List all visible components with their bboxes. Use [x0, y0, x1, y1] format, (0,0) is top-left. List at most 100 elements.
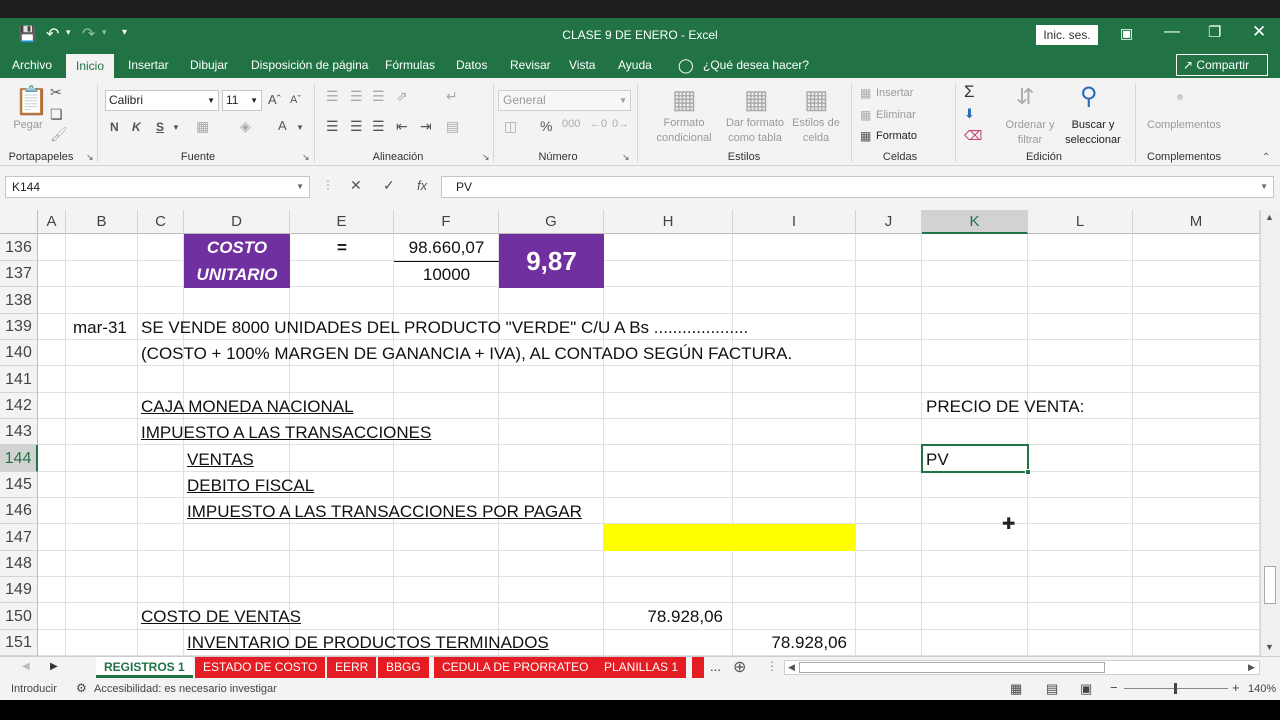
clear-icon[interactable]: ⌫ [964, 128, 982, 144]
format-painter-icon[interactable]: 🖌 [50, 126, 68, 143]
account-ventas[interactable]: VENTAS [187, 450, 254, 470]
delete-cells-button[interactable]: Eliminar [876, 108, 916, 123]
accessibility-icon[interactable]: ⚙ [76, 681, 87, 695]
zoom-in-icon[interactable]: + [1232, 680, 1240, 695]
italic-button[interactable]: K [132, 120, 141, 134]
tab-dibujar[interactable]: Dibujar [190, 52, 228, 78]
tab-datos[interactable]: Datos [456, 52, 487, 78]
equals-cell[interactable]: = [290, 238, 394, 258]
row-header-146[interactable]: 146 [0, 498, 38, 524]
account-debito[interactable]: DEBITO FISCAL [187, 476, 314, 496]
fill-color-icon[interactable]: ◈ [240, 118, 251, 135]
merge-center-icon[interactable]: ▤ [446, 118, 459, 135]
font-name-dropdown[interactable]: Calibri ▼ [105, 90, 219, 111]
accounting-format-icon[interactable]: ◫ [504, 118, 517, 135]
decrease-indent-icon[interactable]: ⇤ [396, 118, 408, 135]
insert-function-button[interactable]: fx [417, 178, 427, 193]
sheet-tab-bbgg[interactable]: BBGG [378, 657, 429, 678]
description-line-140[interactable]: (COSTO + 100% MARGEN DE GANANCIA + IVA),… [141, 344, 792, 364]
cell-styles-button[interactable]: Estilos de celda [788, 116, 844, 146]
column-header-m[interactable]: M [1133, 210, 1260, 234]
close-icon[interactable]: ✕ [1252, 22, 1266, 42]
row-header-143[interactable]: 143 [0, 419, 38, 445]
align-left-icon[interactable]: ☰ [326, 118, 339, 135]
highlighted-cell[interactable] [604, 524, 856, 551]
tab-inicio[interactable]: Inicio [66, 54, 115, 78]
search-icon[interactable]: ⚲ [1080, 82, 1098, 111]
precio-venta-label[interactable]: PRECIO DE VENTA: [926, 397, 1084, 417]
tab-formulas[interactable]: Fórmulas [385, 52, 435, 78]
column-header-k[interactable]: K [922, 210, 1028, 234]
page-break-view-icon[interactable]: ▣ [1080, 681, 1092, 697]
conditional-format-button[interactable]: Formato condicional [644, 116, 724, 146]
redo-icon[interactable]: ↷ [82, 24, 95, 44]
name-box[interactable]: K144 ▼ [5, 176, 310, 198]
alignment-launcher-icon[interactable]: ↘ [482, 152, 490, 163]
normal-view-icon[interactable]: ▦ [1010, 681, 1022, 697]
copy-icon[interactable]: ❏ [50, 106, 63, 123]
align-right-icon[interactable]: ☰ [372, 118, 385, 135]
page-layout-view-icon[interactable]: ▤ [1046, 681, 1058, 697]
font-color-icon[interactable]: A [278, 118, 287, 133]
account-costo-ventas[interactable]: COSTO DE VENTAS [141, 607, 301, 627]
orientation-icon[interactable]: ⇗ [396, 88, 408, 105]
select-all-corner[interactable] [0, 210, 38, 234]
sheet-tab-cedula-de-prorrateo[interactable]: CEDULA DE PRORRATEO [434, 657, 597, 678]
scroll-down-icon[interactable]: ▼ [1265, 642, 1274, 652]
increase-decimal-icon[interactable]: ←0 [590, 118, 607, 130]
align-bottom-icon[interactable]: ☰ [372, 88, 385, 105]
column-header-c[interactable]: C [138, 210, 184, 234]
row-header-137[interactable]: 137 [0, 261, 38, 287]
horizontal-scrollbar[interactable]: ◀ ▶ [784, 660, 1260, 675]
add-sheet-icon[interactable]: ⊕ [733, 657, 746, 677]
row-header-145[interactable]: 145 [0, 472, 38, 498]
numerator-cell[interactable]: 98.660,07 [394, 238, 499, 258]
tab-disposicion[interactable]: Disposición de página [251, 52, 368, 78]
row-header-147[interactable]: 147 [0, 524, 38, 551]
align-middle-icon[interactable]: ☰ [350, 88, 363, 105]
format-cells-icon[interactable]: ▦ [860, 129, 871, 143]
column-header-f[interactable]: F [394, 210, 499, 234]
autosum-icon[interactable]: Σ [964, 82, 975, 102]
sheet-tab-eerr[interactable]: EERR [327, 657, 377, 678]
customize-toolbar-icon[interactable]: ▾ [122, 27, 127, 38]
scroll-left-icon[interactable]: ◀ [788, 662, 795, 673]
cancel-entry-icon[interactable]: ✕ [350, 177, 362, 194]
cell-styles-icon[interactable]: ▦ [804, 84, 829, 115]
horizontal-scroll-thumb[interactable] [799, 662, 1105, 673]
comma-style-icon[interactable]: 000 [562, 118, 580, 130]
delete-cells-icon[interactable]: ▦ [860, 108, 871, 122]
insert-cells-button[interactable]: Insertar [876, 86, 913, 101]
vertical-scrollbar[interactable]: ▲ ▼ [1260, 210, 1280, 656]
row-header-151[interactable]: 151 [0, 630, 38, 656]
row-header-142[interactable]: 142 [0, 393, 38, 419]
column-header-g[interactable]: G [499, 210, 604, 234]
zoom-out-icon[interactable]: − [1110, 680, 1118, 695]
insert-cells-icon[interactable]: ▦ [860, 86, 871, 100]
account-it-por-pagar[interactable]: IMPUESTO A LAS TRANSACCIONES POR PAGAR [187, 502, 582, 522]
scroll-up-icon[interactable]: ▲ [1265, 212, 1274, 222]
format-cells-button[interactable]: Formato [876, 129, 917, 144]
column-header-j[interactable]: J [856, 210, 922, 234]
sheet-tab-registros-1[interactable]: REGISTROS 1 [96, 657, 193, 678]
chevron-down-icon[interactable]: ▼ [296, 123, 304, 132]
column-header-l[interactable]: L [1028, 210, 1133, 234]
number-format-dropdown[interactable]: General ▼ [498, 90, 631, 111]
number-launcher-icon[interactable]: ↘ [622, 152, 630, 163]
vertical-scroll-thumb[interactable] [1264, 566, 1276, 604]
format-as-table-button[interactable]: Dar formato como tabla [720, 116, 790, 146]
ribbon-display-icon[interactable]: ▣ [1120, 25, 1133, 42]
sort-filter-button[interactable]: Ordenar y filtrar [1004, 118, 1056, 148]
column-header-d[interactable]: D [184, 210, 290, 234]
zoom-level[interactable]: 140% [1248, 683, 1276, 695]
more-sheets-button[interactable]: ... [710, 659, 721, 674]
sheet-tab-estado-de-costo[interactable]: ESTADO DE COSTO [195, 657, 326, 678]
cut-icon[interactable]: ✂ [50, 84, 62, 101]
underline-button[interactable]: S [156, 120, 164, 134]
formula-input[interactable]: PV ▼ [441, 176, 1274, 198]
tab-revisar[interactable]: Revisar [510, 52, 551, 78]
shrink-font-icon[interactable]: Aˇ [290, 94, 301, 106]
row-header-138[interactable]: 138 [0, 287, 38, 314]
column-header-a[interactable]: A [38, 210, 66, 234]
description-line-139[interactable]: SE VENDE 8000 UNIDADES DEL PRODUCTO "VER… [141, 318, 748, 338]
